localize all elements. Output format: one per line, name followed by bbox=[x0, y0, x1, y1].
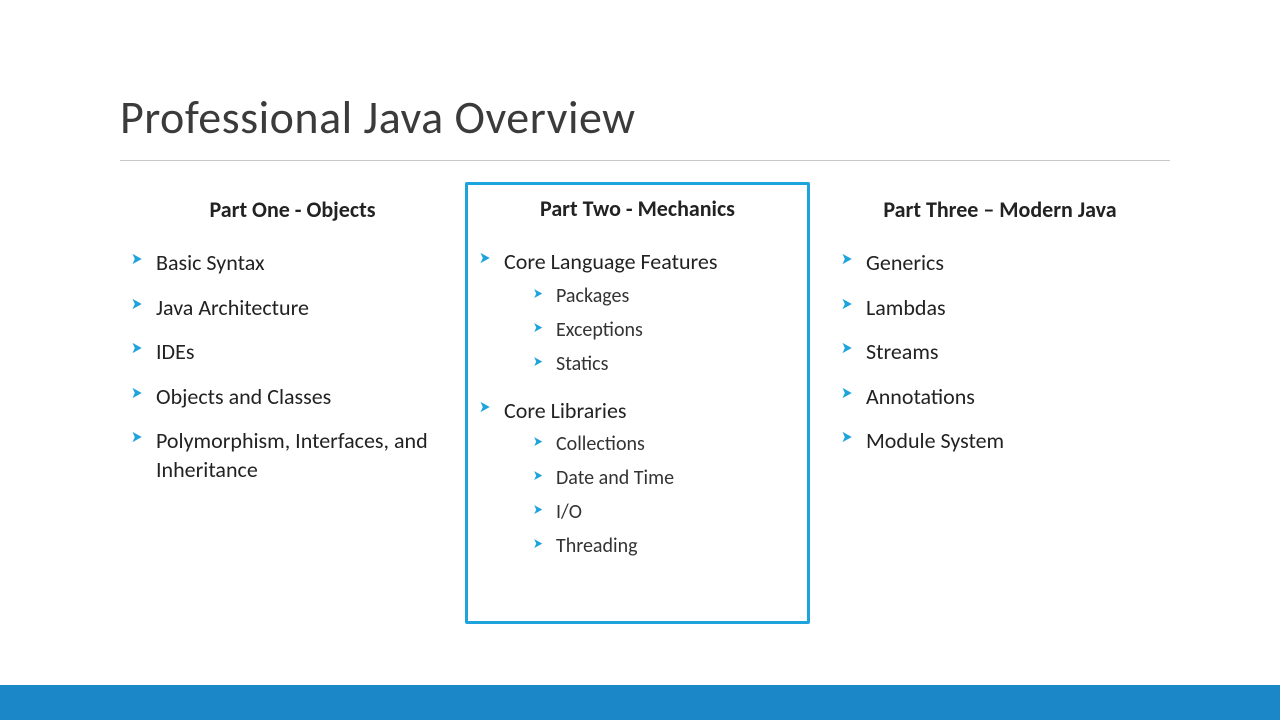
slide-title: Professional Java Overview bbox=[120, 90, 1170, 161]
columns-container: Part One - Objects Basic Syntax Java Arc… bbox=[120, 186, 1170, 624]
sub-list: Collections Date and Time I/O Threading bbox=[532, 427, 797, 563]
sub-list: Packages Exceptions Statics bbox=[532, 279, 797, 381]
list-item: Module System bbox=[840, 419, 1160, 464]
list-item: IDEs bbox=[130, 330, 455, 375]
sub-list-item: Exceptions bbox=[532, 313, 797, 347]
column-heading: Part Two - Mechanics bbox=[478, 195, 797, 222]
column-part-three: Part Three – Modern Java Generics Lambda… bbox=[830, 186, 1170, 624]
column-heading: Part Three – Modern Java bbox=[840, 196, 1160, 223]
sub-list-item: Date and Time bbox=[532, 461, 797, 495]
list-item: Generics bbox=[840, 241, 1160, 286]
list-item: Lambdas bbox=[840, 286, 1160, 331]
item-list: Generics Lambdas Streams Annotations Mod… bbox=[840, 241, 1160, 464]
list-item: Core Language Features Packages Exceptio… bbox=[478, 240, 797, 389]
list-item: Streams bbox=[840, 330, 1160, 375]
list-item: Polymorphism, Interfaces, and Inheritanc… bbox=[130, 419, 455, 492]
item-list: Core Language Features Packages Exceptio… bbox=[478, 240, 797, 571]
column-part-one: Part One - Objects Basic Syntax Java Arc… bbox=[120, 186, 465, 624]
sub-list-item: I/O bbox=[532, 495, 797, 529]
list-item-label: Core Libraries bbox=[504, 397, 627, 424]
list-item: Basic Syntax bbox=[130, 241, 455, 286]
column-part-two: Part Two - Mechanics Core Language Featu… bbox=[465, 182, 810, 624]
sub-list-item: Threading bbox=[532, 529, 797, 563]
column-heading: Part One - Objects bbox=[130, 196, 455, 223]
sub-list-item: Collections bbox=[532, 427, 797, 461]
footer-bar bbox=[0, 685, 1280, 720]
list-item-label: Core Language Features bbox=[504, 248, 717, 275]
list-item: Core Libraries Collections Date and Time… bbox=[478, 389, 797, 572]
item-list: Basic Syntax Java Architecture IDEs Obje… bbox=[130, 241, 455, 493]
slide: Professional Java Overview Part One - Ob… bbox=[0, 0, 1280, 624]
list-item: Annotations bbox=[840, 375, 1160, 420]
sub-list-item: Statics bbox=[532, 347, 797, 381]
list-item: Java Architecture bbox=[130, 286, 455, 331]
list-item: Objects and Classes bbox=[130, 375, 455, 420]
sub-list-item: Packages bbox=[532, 279, 797, 313]
